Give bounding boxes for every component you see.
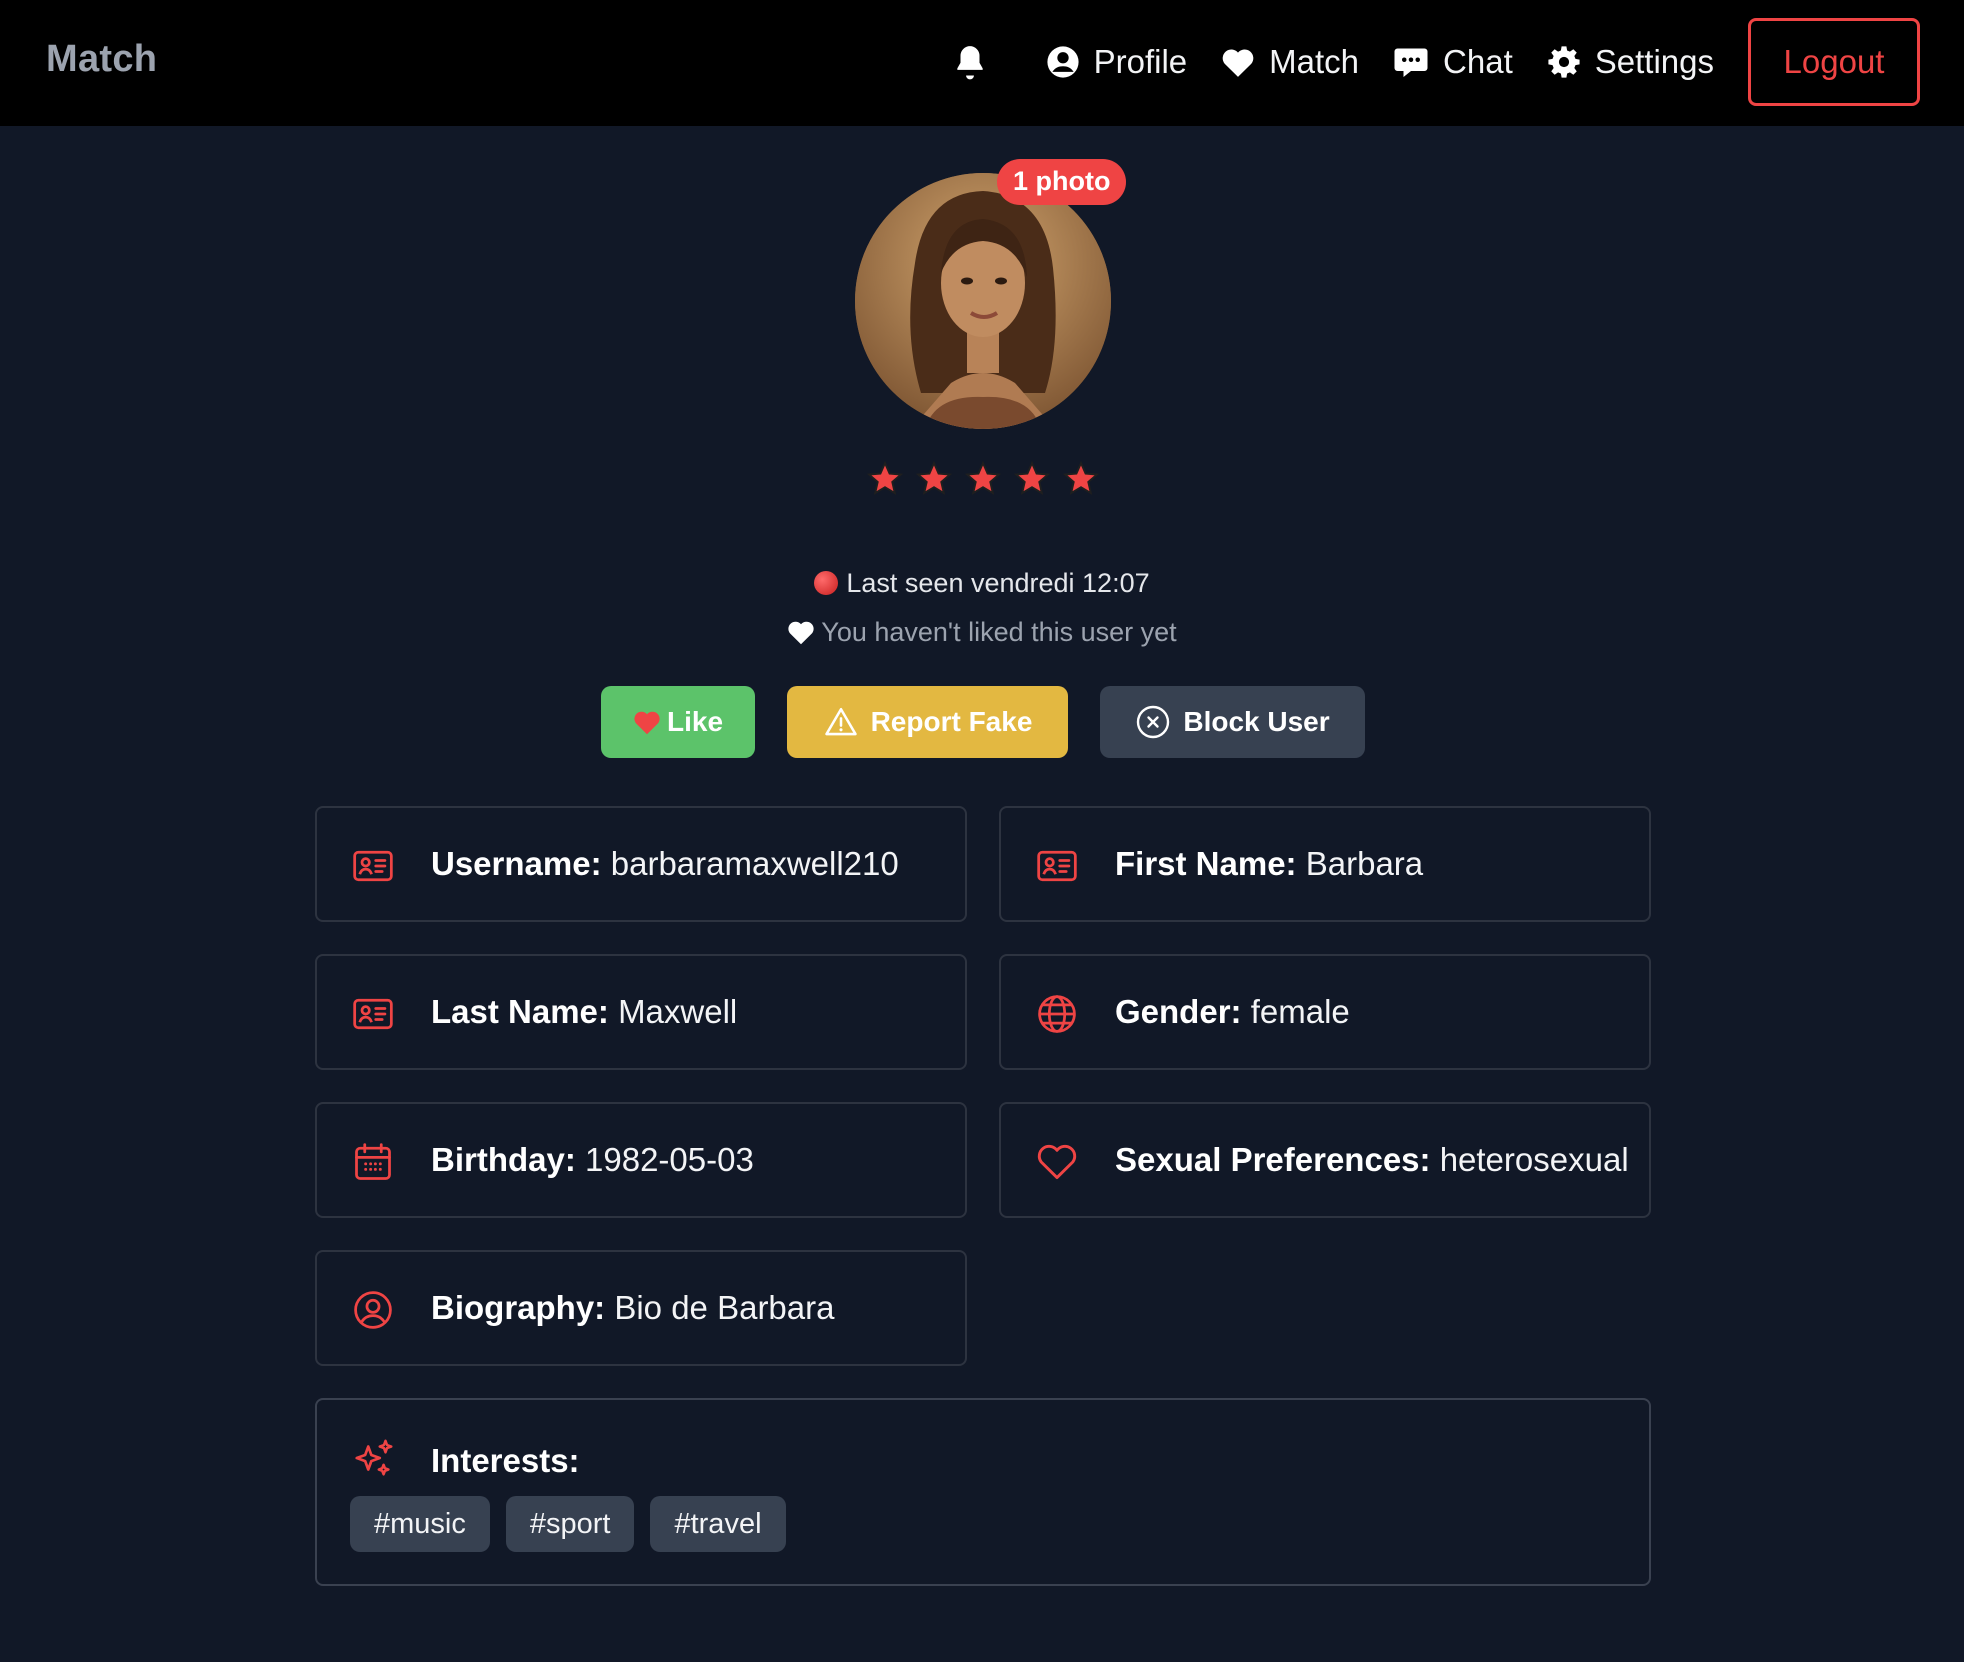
star-icon[interactable]	[866, 460, 904, 498]
like-button-label: Like	[666, 706, 724, 737]
last-name-card: Last Name: Maxwell	[315, 954, 967, 1070]
first-name-card: First Name: Barbara	[999, 806, 1651, 922]
sexual-preferences-value: heterosexual	[1439, 1141, 1629, 1178]
block-user-button[interactable]: Block User	[1100, 686, 1365, 758]
like-status: You haven't liked this user yet	[0, 617, 1964, 648]
nav-chat-label: Chat	[1443, 43, 1513, 80]
biography-label: Biography:	[431, 1289, 606, 1326]
interest-tag[interactable]: #music	[350, 1496, 490, 1552]
nav-settings-link[interactable]: Settings	[1547, 43, 1714, 81]
biography-card: Biography: Bio de Barbara	[315, 1250, 967, 1366]
calendar-icon	[355, 1143, 391, 1180]
first-name-value: Barbara	[1305, 845, 1424, 882]
white-heart-icon	[788, 621, 814, 645]
block-user-label: Block User	[1183, 706, 1330, 737]
nav-menu: Profile Match Chat Settings Logout	[949, 18, 1920, 106]
interests-title: Interests:	[431, 1442, 580, 1479]
first-name-label: First Name:	[1115, 845, 1297, 882]
interest-tags: #music #sport #travel	[350, 1496, 802, 1552]
id-card-icon	[353, 998, 393, 1030]
brand-logo[interactable]: Match	[46, 38, 157, 81]
gear-icon	[1548, 46, 1580, 78]
report-fake-label: Report Fake	[870, 706, 1033, 737]
like-button[interactable]: Like	[601, 686, 755, 758]
star-icon[interactable]	[1013, 460, 1051, 498]
username-value: barbaramaxwell210	[610, 845, 899, 882]
nav-chat-link[interactable]: Chat	[1393, 43, 1513, 81]
profile-avatar-container	[855, 173, 1111, 429]
interest-tag[interactable]: #travel	[650, 1496, 786, 1552]
gender-label: Gender:	[1115, 993, 1242, 1030]
birthday-card: Birthday: 1982-05-03	[315, 1102, 967, 1218]
avatar[interactable]	[855, 173, 1111, 429]
biography-value: Bio de Barbara	[614, 1289, 835, 1326]
username-card: Username: barbaramaxwell210	[315, 806, 967, 922]
last-seen-status: Last seen vendredi 12:07	[0, 568, 1964, 599]
heart-icon	[1222, 49, 1254, 77]
last-name-value: Maxwell	[618, 993, 738, 1030]
close-circle-icon	[1137, 705, 1170, 739]
report-fake-button[interactable]: Report Fake	[787, 686, 1068, 758]
profile-actions: Like Report Fake Block User	[0, 686, 1964, 758]
star-icon[interactable]	[1062, 460, 1100, 498]
id-card-icon	[353, 850, 393, 882]
chat-bubble-icon	[1394, 48, 1428, 77]
user-circle-outline-icon	[354, 1291, 392, 1329]
last-seen-text: Last seen vendredi 12:07	[846, 568, 1150, 598]
heart-outline-icon	[1037, 1144, 1077, 1180]
interests-card: Interests: #music #sport #travel	[315, 1398, 1651, 1586]
username-label: Username:	[431, 845, 602, 882]
logout-button[interactable]: Logout	[1748, 18, 1920, 106]
red-heart-icon	[634, 711, 660, 735]
red-status-dot-icon	[814, 571, 839, 595]
gender-card: Gender: female	[999, 954, 1651, 1070]
nav-match-label: Match	[1269, 43, 1360, 80]
globe-icon	[1038, 995, 1076, 1033]
interest-tag[interactable]: #sport	[505, 1496, 635, 1552]
navbar: Match Profile Match Chat Settings Logout	[0, 0, 1964, 126]
nav-settings-label: Settings	[1594, 43, 1714, 80]
gender-value: female	[1250, 993, 1350, 1030]
warning-triangle-icon	[824, 707, 857, 736]
nav-profile-link[interactable]: Profile	[1046, 43, 1188, 81]
rating-stars	[866, 460, 1100, 502]
star-icon[interactable]	[915, 460, 953, 498]
photo-count-badge: 1 photo	[997, 159, 1127, 205]
sexual-preferences-card: Sexual Preferences: heterosexual	[999, 1102, 1651, 1218]
notification-bell-icon[interactable]	[949, 41, 991, 83]
birthday-label: Birthday:	[431, 1141, 576, 1178]
last-name-label: Last Name:	[431, 993, 609, 1030]
like-status-text: You haven't liked this user yet	[821, 617, 1177, 647]
star-icon[interactable]	[964, 460, 1002, 498]
nav-match-link[interactable]: Match	[1221, 43, 1359, 81]
id-card-icon	[1037, 850, 1077, 882]
avatar-portrait-image	[855, 173, 1111, 429]
nav-profile-label: Profile	[1093, 43, 1188, 80]
birthday-value: 1982-05-03	[585, 1141, 754, 1178]
user-circle-icon	[1047, 46, 1079, 78]
sexual-preferences-label: Sexual Preferences:	[1115, 1141, 1431, 1178]
sparkles-icon	[355, 1439, 393, 1476]
